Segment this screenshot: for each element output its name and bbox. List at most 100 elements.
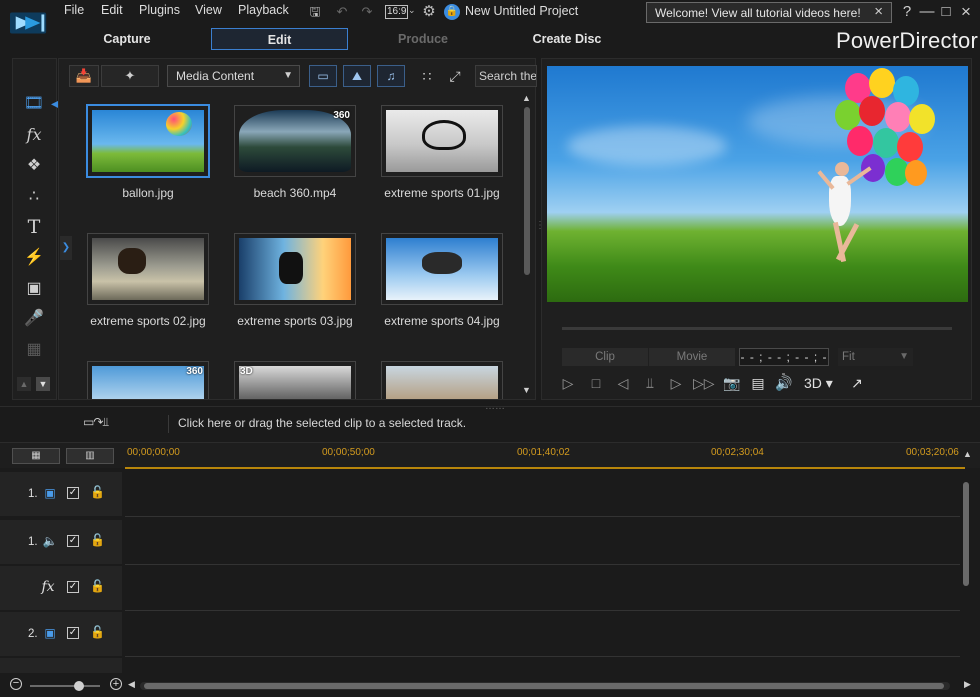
minimize-icon[interactable]: — [918, 3, 936, 21]
play-icon[interactable]: ▷ [558, 373, 578, 393]
fx-room-icon[interactable]: fx [23, 124, 45, 146]
undock-icon[interactable]: ↗ [847, 373, 867, 393]
preview-viewer[interactable] [547, 66, 968, 302]
account-icon[interactable]: 🔒 [444, 4, 460, 20]
welcome-text[interactable]: Welcome! View all tutorial videos here! [655, 6, 861, 20]
library-item[interactable]: 360 beach 360.mp4 [230, 105, 360, 225]
insert-clip-hint[interactable]: Click here or drag the selected clip to … [178, 416, 466, 430]
track-header[interactable]: fx ✓ 🔓 [0, 566, 122, 611]
snapshot-camera-icon[interactable]: 📷 [722, 373, 742, 393]
3d-mode-button[interactable]: 3D ▾ [804, 373, 833, 393]
help-icon[interactable]: ? [898, 3, 916, 21]
transition-room-icon[interactable]: ⚡ [23, 247, 45, 269]
scroll-right-icon[interactable]: ▶ [964, 679, 971, 690]
library-item[interactable]: ballon.jpg [83, 104, 213, 225]
track-lane[interactable] [125, 612, 960, 657]
media-content-select[interactable]: Media Content ▼ [167, 65, 300, 87]
scroll-up-icon[interactable]: ▲ [522, 93, 531, 103]
library-item[interactable]: extreme sports 03.jpg [230, 233, 360, 353]
track-enable-checkbox[interactable]: ✓ [67, 627, 79, 639]
scroll-left-icon[interactable]: ◀ [128, 679, 135, 690]
expand-icon[interactable]: ⤢ [445, 65, 465, 87]
grid-view-icon[interactable]: ∷ [417, 65, 437, 87]
insert-clip-icon[interactable]: ▭↷⫫ [83, 415, 109, 430]
menu-view[interactable]: View [195, 3, 222, 17]
movie-mode-tab[interactable]: Movie [649, 348, 735, 366]
scrollbar-thumb[interactable] [963, 482, 969, 586]
track-header[interactable]: 2. ▣ ✓ 🔓 [0, 612, 122, 657]
save-icon[interactable]: 🖫 [306, 3, 324, 21]
storyboard-view-button[interactable]: ▥ [66, 448, 114, 464]
track-lane[interactable] [125, 566, 960, 611]
aspect-ratio-button[interactable]: 16:9 [385, 5, 409, 19]
chapter-room-icon[interactable]: ▦ [23, 339, 45, 361]
library-item[interactable]: 3D [230, 361, 360, 399]
zoom-in-icon[interactable]: + [110, 678, 122, 690]
lock-icon[interactable]: 🔓 [90, 485, 105, 499]
lock-icon[interactable]: 🔓 [90, 579, 105, 593]
pip-room-icon[interactable]: ❖ [23, 155, 45, 177]
fast-forward-icon[interactable]: ▷▷ [693, 373, 715, 393]
redo-icon[interactable]: ↷ [358, 3, 376, 21]
track-enable-checkbox[interactable]: ✓ [67, 581, 79, 593]
scroll-up-icon[interactable]: ▲ [963, 449, 972, 459]
undo-icon[interactable]: ↶ [333, 3, 351, 21]
scroll-down-icon[interactable]: ▼ [522, 385, 531, 395]
settings-gear-icon[interactable]: ⚙ [420, 3, 438, 21]
library-search-input[interactable]: Search the library [475, 65, 537, 87]
mark-icon[interactable]: ⫫ [640, 373, 660, 393]
chevron-down-icon[interactable]: ⌄ [408, 5, 416, 16]
track-header[interactable]: 1. ▣ ✓ 🔓 [0, 472, 122, 517]
expand-panel-icon[interactable]: ❯ [60, 236, 72, 260]
import-media-icon[interactable]: 📥 [69, 65, 99, 87]
subtitle-icon[interactable]: ▤ [748, 373, 768, 393]
library-item[interactable] [377, 361, 507, 399]
scroll-up-icon[interactable]: ▲ [17, 377, 31, 391]
stop-icon[interactable]: □ [586, 373, 606, 393]
clip-mode-tab[interactable]: Clip [562, 348, 648, 366]
menu-edit[interactable]: Edit [101, 3, 123, 17]
library-scrollbar[interactable]: ▲ ▼ [521, 93, 533, 395]
tab-create-disc[interactable]: Create Disc [512, 28, 622, 50]
slider-handle[interactable] [74, 681, 84, 691]
next-frame-icon[interactable]: ▷ [666, 373, 686, 393]
previous-frame-icon[interactable]: ◁ [613, 373, 633, 393]
timeline-view-button[interactable]: ▦ [12, 448, 60, 464]
timeline-zoom-slider[interactable] [30, 681, 100, 691]
plugins-icon[interactable]: ✦ [101, 65, 159, 87]
filter-video-icon[interactable]: ▭ [309, 65, 337, 87]
track-lane[interactable] [125, 472, 960, 517]
menu-playback[interactable]: Playback [238, 3, 289, 17]
panel-resize-handle[interactable]: …… [485, 401, 505, 412]
filter-image-icon[interactable]: ⛰ [343, 65, 371, 87]
track-enable-checkbox[interactable]: ✓ [67, 535, 79, 547]
menu-plugins[interactable]: Plugins [139, 3, 180, 17]
particle-room-icon[interactable]: ∴ [23, 186, 45, 208]
timecode-field[interactable]: - - ; - - ; - - ; - - [739, 348, 829, 380]
library-item[interactable]: extreme sports 04.jpg [377, 233, 507, 353]
scrollbar-thumb[interactable] [144, 683, 944, 689]
track-header[interactable]: 1. 🔈 ✓ 🔓 [0, 520, 122, 565]
zoom-fit-select[interactable]: Fit ▼ [838, 348, 913, 366]
microphone-icon[interactable]: 🎤 [23, 308, 45, 330]
scrollbar-thumb[interactable] [524, 107, 530, 275]
welcome-banner[interactable]: Welcome! View all tutorial videos here! … [646, 2, 892, 23]
library-item[interactable]: 360 [83, 361, 213, 399]
tab-capture[interactable]: Capture [72, 28, 182, 50]
track-lane[interactable] [125, 520, 960, 565]
menu-file[interactable]: File [64, 3, 84, 17]
timeline-vertical-scrollbar[interactable] [962, 474, 970, 674]
zoom-out-icon[interactable]: − [10, 678, 22, 690]
scroll-down-icon[interactable]: ▼ [36, 377, 50, 391]
library-item[interactable]: extreme sports 01.jpg [377, 105, 507, 225]
library-item[interactable]: extreme sports 02.jpg [83, 233, 213, 353]
tab-produce[interactable]: Produce [368, 28, 478, 50]
close-icon[interactable]: × [874, 3, 883, 20]
title-room-icon[interactable]: T [23, 216, 45, 238]
close-window-icon[interactable]: × [957, 3, 975, 21]
track-enable-checkbox[interactable]: ✓ [67, 487, 79, 499]
volume-icon[interactable]: 🔊 [774, 373, 794, 393]
media-room-icon[interactable]: 🎞 [23, 93, 45, 115]
playback-progress-track[interactable] [562, 327, 952, 330]
timeline-horizontal-scrollbar[interactable] [140, 682, 950, 690]
